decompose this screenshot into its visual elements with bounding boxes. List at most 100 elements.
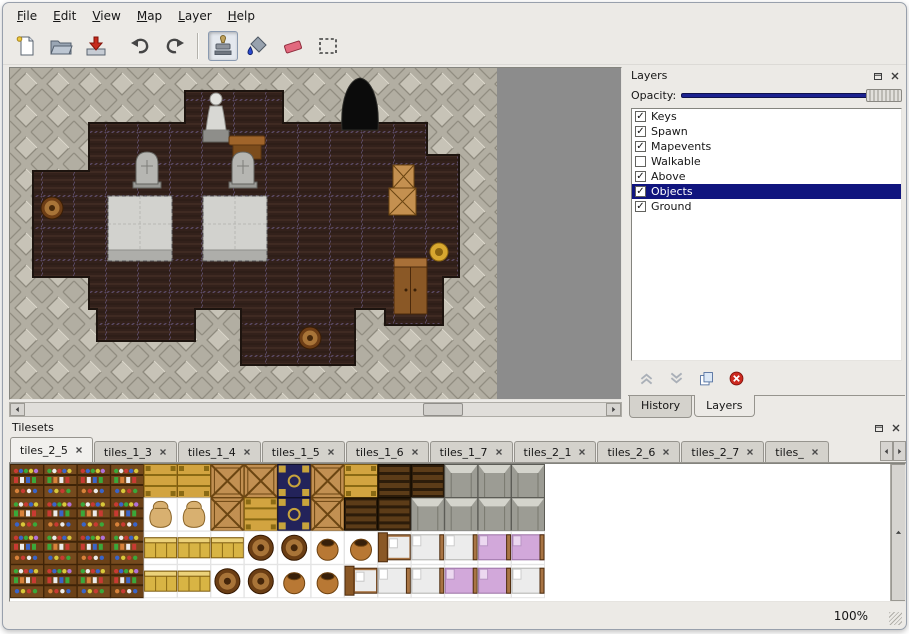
map-canvas[interactable] xyxy=(10,68,621,399)
layer-name: Spawn xyxy=(651,125,688,138)
tab-close-icon[interactable] xyxy=(243,448,251,456)
tab-close-icon[interactable] xyxy=(159,448,167,456)
layer-row-above[interactable]: ✓ Above xyxy=(632,169,901,184)
scroll-left-button[interactable] xyxy=(10,403,25,416)
tileset-tab-tiles_1_6[interactable]: tiles_1_6 xyxy=(346,441,429,462)
close-dock-button[interactable] xyxy=(889,421,903,435)
tab-scroll-buttons xyxy=(880,441,906,461)
tab-close-icon[interactable] xyxy=(495,448,503,456)
layer-name: Objects xyxy=(651,185,693,198)
right-arrow-icon xyxy=(896,448,903,455)
close-icon xyxy=(891,423,901,433)
scroll-right-button[interactable] xyxy=(606,403,621,416)
tab-close-icon[interactable] xyxy=(411,448,419,456)
layer-row-objects[interactable]: ✓ Objects xyxy=(632,184,901,199)
layer-visibility-checkbox[interactable]: ✓ xyxy=(635,111,646,122)
undo-button[interactable] xyxy=(125,31,155,61)
lower-layer-icon[interactable] xyxy=(668,370,685,387)
raise-layer-icon[interactable] xyxy=(638,370,655,387)
tileset-tab-tiles_2_5[interactable]: tiles_2_5 xyxy=(10,437,93,462)
scroll-up-button[interactable] xyxy=(891,464,906,601)
float-icon xyxy=(874,423,884,433)
layer-visibility-checkbox[interactable]: ✓ xyxy=(635,186,646,197)
dock-tab-bar: History Layers xyxy=(628,395,905,419)
close-dock-button[interactable] xyxy=(888,69,902,83)
tileset-tab-tiles_2_6[interactable]: tiles_2_6 xyxy=(597,441,680,462)
tilesets-dock-title: Tilesets xyxy=(12,421,869,434)
menu-view[interactable]: View xyxy=(84,7,128,25)
right-arrow-icon xyxy=(610,406,617,413)
tileset-tab-tiles_1_4[interactable]: tiles_1_4 xyxy=(178,441,261,462)
layer-visibility-checkbox[interactable] xyxy=(635,156,646,167)
tab-close-icon[interactable] xyxy=(75,446,83,454)
tab-scroll-left-button[interactable] xyxy=(880,441,893,461)
open-button[interactable] xyxy=(46,31,76,61)
tileset-tab-label: tiles_1_4 xyxy=(188,446,236,459)
float-dock-button[interactable] xyxy=(871,69,885,83)
menu-map[interactable]: Map xyxy=(129,7,170,25)
tileset-tab-label: tiles_ xyxy=(775,446,803,459)
delete-layer-icon[interactable] xyxy=(728,370,745,387)
eraser-tool-button[interactable] xyxy=(278,31,308,61)
layer-visibility-checkbox[interactable]: ✓ xyxy=(635,171,646,182)
layer-actions-toolbar xyxy=(628,361,905,395)
tileset-canvas[interactable] xyxy=(10,464,545,600)
opacity-row: Opacity: xyxy=(628,84,905,106)
layer-row-ground[interactable]: ✓ Ground xyxy=(632,199,901,214)
tileset-view[interactable] xyxy=(9,463,906,602)
layer-name: Ground xyxy=(651,200,691,213)
tab-history[interactable]: History xyxy=(629,396,692,418)
rect-select-tool-button[interactable] xyxy=(313,31,343,61)
tab-close-icon[interactable] xyxy=(811,448,819,456)
layer-visibility-checkbox[interactable]: ✓ xyxy=(635,141,646,152)
opacity-slider[interactable] xyxy=(681,88,902,103)
tileset-tab-tiles_2_1[interactable]: tiles_2_1 xyxy=(514,441,597,462)
tileset-tab-clipped[interactable]: tiles_ xyxy=(765,441,828,462)
tab-scroll-right-button[interactable] xyxy=(893,441,906,461)
layer-row-mapevents[interactable]: ✓ Mapevents xyxy=(632,139,901,154)
tileset-tab-label: tiles_1_5 xyxy=(272,446,320,459)
tileset-tab-label: tiles_2_6 xyxy=(607,446,655,459)
layers-dock-header: Layers xyxy=(628,67,905,84)
save-button[interactable] xyxy=(81,31,111,61)
status-bar: 100% xyxy=(3,603,906,629)
new-map-button[interactable] xyxy=(11,31,41,61)
layer-visibility-checkbox[interactable]: ✓ xyxy=(635,126,646,137)
redo-button[interactable] xyxy=(160,31,190,61)
layer-row-spawn[interactable]: ✓ Spawn xyxy=(632,124,901,139)
layer-name: Walkable xyxy=(651,155,701,168)
float-icon xyxy=(873,71,883,81)
tileset-tab-tiles_1_7[interactable]: tiles_1_7 xyxy=(430,441,513,462)
layer-list[interactable]: ✓ Keys ✓ Spawn ✓ Mapevents Walkable ✓ Ab… xyxy=(631,108,902,361)
tab-close-icon[interactable] xyxy=(746,448,754,456)
resize-grip[interactable] xyxy=(889,612,902,625)
map-viewport[interactable] xyxy=(9,67,622,400)
menu-help[interactable]: Help xyxy=(220,7,263,25)
tileset-tab-label: tiles_2_5 xyxy=(20,444,68,457)
close-icon xyxy=(890,71,900,81)
tileset-tab-tiles_1_3[interactable]: tiles_1_3 xyxy=(94,441,177,462)
duplicate-layer-icon[interactable] xyxy=(698,370,715,387)
tab-close-icon[interactable] xyxy=(578,448,586,456)
menu-layer[interactable]: Layer xyxy=(170,7,219,25)
layer-row-keys[interactable]: ✓ Keys xyxy=(632,109,901,124)
layer-row-walkable[interactable]: Walkable xyxy=(632,154,901,169)
stamp-tool-button[interactable] xyxy=(208,31,238,61)
scrollbar-thumb[interactable] xyxy=(423,403,463,416)
fill-tool-button[interactable] xyxy=(243,31,273,61)
tileset-tab-tiles_2_7[interactable]: tiles_2_7 xyxy=(681,441,764,462)
tab-layers[interactable]: Layers xyxy=(694,395,754,417)
tileset-vertical-scrollbar[interactable] xyxy=(890,464,905,601)
tab-close-icon[interactable] xyxy=(327,448,335,456)
open-folder-icon xyxy=(49,34,73,58)
opacity-slider-handle[interactable] xyxy=(866,89,902,102)
float-dock-button[interactable] xyxy=(872,421,886,435)
layer-visibility-checkbox[interactable]: ✓ xyxy=(635,201,646,212)
map-horizontal-scrollbar[interactable] xyxy=(9,402,622,417)
tab-close-icon[interactable] xyxy=(662,448,670,456)
scrollbar-track[interactable] xyxy=(25,403,606,416)
tileset-tab-tiles_1_5[interactable]: tiles_1_5 xyxy=(262,441,345,462)
menu-edit[interactable]: Edit xyxy=(45,7,84,25)
scroll-down-button[interactable] xyxy=(891,601,906,602)
menu-file[interactable]: File xyxy=(9,7,45,25)
